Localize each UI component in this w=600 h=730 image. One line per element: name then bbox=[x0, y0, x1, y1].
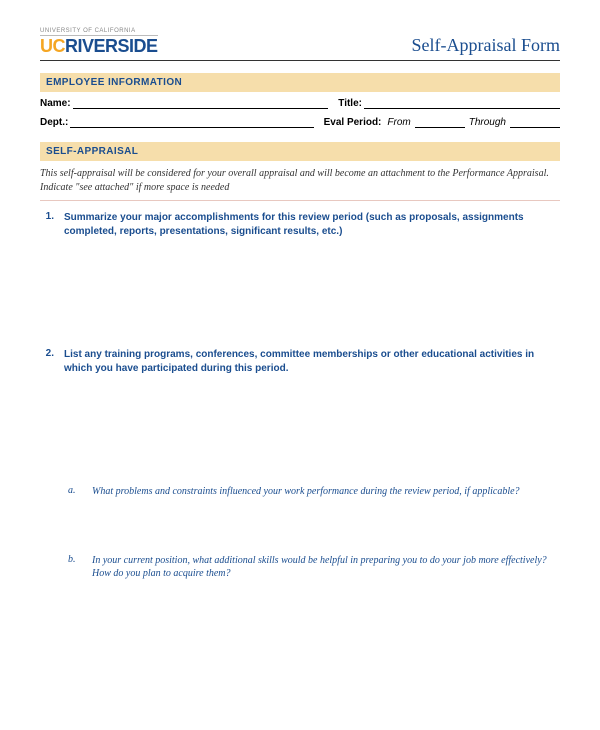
form-title: Self-Appraisal Form bbox=[412, 35, 560, 56]
logo-riverside: RIVERSIDE bbox=[65, 36, 158, 56]
section-employee-info: EMPLOYEE INFORMATION bbox=[40, 73, 560, 92]
logo-main: UCRIVERSIDE bbox=[40, 36, 158, 56]
section-self-appraisal: SELF-APPRAISAL bbox=[40, 142, 560, 161]
info-row-2: Dept.: Eval Period: From Through bbox=[40, 117, 560, 128]
field-dept: Dept.: bbox=[40, 117, 314, 128]
field-title: Title: bbox=[338, 98, 560, 109]
question-1: 1. Summarize your major accomplishments … bbox=[40, 211, 560, 238]
question-2: 2. List any training programs, conferenc… bbox=[40, 348, 560, 375]
header: UNIVERSITY OF CALIFORNIA UCRIVERSIDE Sel… bbox=[40, 28, 560, 56]
label-through: Through bbox=[469, 117, 506, 128]
label-title: Title: bbox=[338, 98, 362, 109]
q2b-text: In your current position, what additiona… bbox=[92, 554, 560, 581]
label-eval-period: Eval Period: bbox=[324, 117, 382, 128]
logo-subtitle: UNIVERSITY OF CALIFORNIA bbox=[40, 28, 158, 36]
label-dept: Dept.: bbox=[40, 117, 68, 128]
q2b-number: b. bbox=[68, 554, 82, 581]
question-2b: b. In your current position, what additi… bbox=[68, 554, 560, 581]
q2a-number: a. bbox=[68, 485, 82, 499]
field-name: Name: bbox=[40, 98, 328, 109]
label-from: From bbox=[387, 117, 410, 128]
input-title-line[interactable] bbox=[364, 98, 560, 109]
question-2a: a. What problems and constraints influen… bbox=[68, 485, 560, 499]
info-row-1: Name: Title: bbox=[40, 98, 560, 109]
q1-number: 1. bbox=[40, 211, 54, 238]
note-divider bbox=[40, 200, 560, 201]
logo-uc: UC bbox=[40, 36, 65, 56]
q1-text: Summarize your major accomplishments for… bbox=[64, 211, 560, 238]
ucr-logo: UNIVERSITY OF CALIFORNIA UCRIVERSIDE bbox=[40, 28, 158, 56]
form-page: UNIVERSITY OF CALIFORNIA UCRIVERSIDE Sel… bbox=[0, 0, 600, 730]
input-name-line[interactable] bbox=[73, 98, 329, 109]
input-dept-line[interactable] bbox=[70, 117, 313, 128]
appraisal-note: This self-appraisal will be considered f… bbox=[40, 167, 560, 194]
field-eval-period: Eval Period: From Through bbox=[324, 117, 560, 128]
q2-text: List any training programs, conferences,… bbox=[64, 348, 560, 375]
q2a-text: What problems and constraints influenced… bbox=[92, 485, 560, 499]
input-through-line[interactable] bbox=[510, 117, 560, 128]
label-name: Name: bbox=[40, 98, 71, 109]
q2-number: 2. bbox=[40, 348, 54, 375]
input-from-line[interactable] bbox=[415, 117, 465, 128]
header-divider bbox=[40, 60, 560, 61]
